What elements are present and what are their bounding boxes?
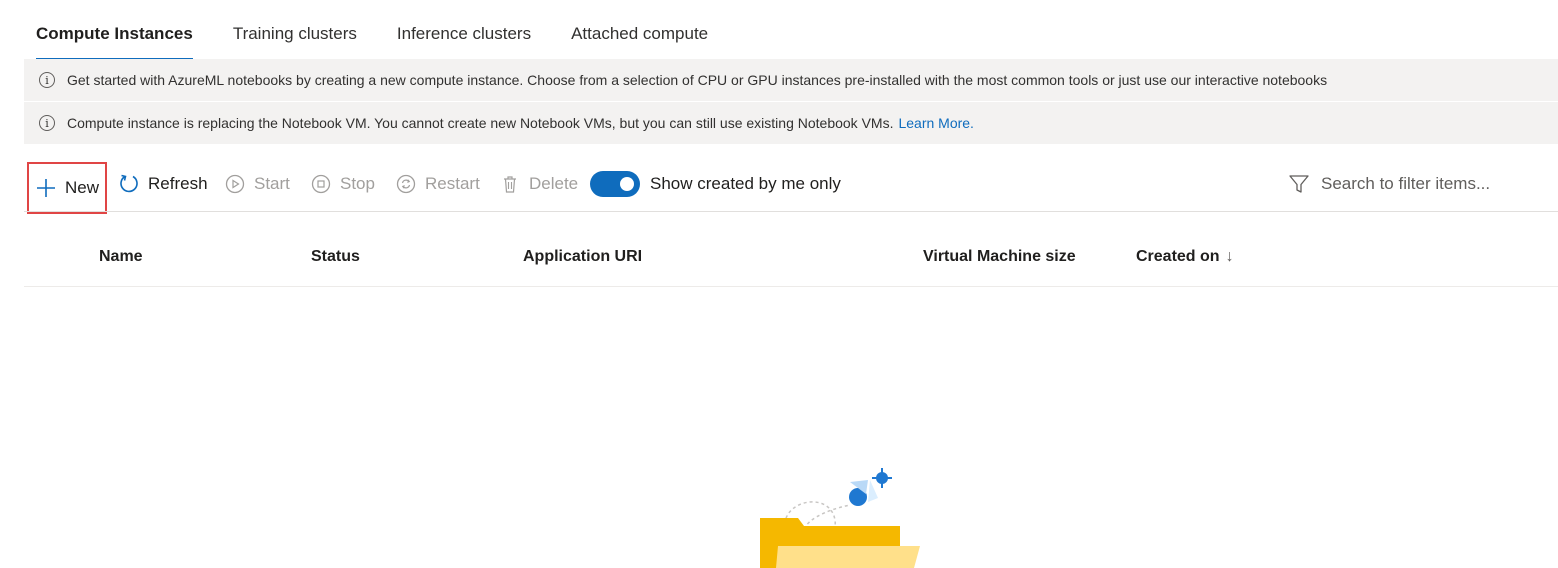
refresh-icon: [118, 173, 140, 195]
refresh-button-label: Refresh: [148, 174, 208, 193]
compute-tabs: Compute Instances Training clusters Infe…: [24, 14, 736, 60]
info-banner-notebook-vm: i Compute instance is replacing the Note…: [24, 102, 1558, 144]
command-bar: New Refresh Start Stop Restart Delete Sh…: [24, 160, 1558, 214]
tab-compute-instances[interactable]: Compute Instances: [24, 14, 205, 60]
toggle-label: Show created by me only: [650, 174, 841, 193]
info-banner-text: Compute instance is replacing the Notebo…: [67, 115, 894, 131]
stop-circle-icon: [310, 173, 332, 195]
info-banner-notebooks: i Get started with AzureML notebooks by …: [24, 59, 1558, 101]
info-banner-text: Get started with AzureML notebooks by cr…: [67, 72, 1328, 88]
start-button[interactable]: Start: [224, 164, 290, 204]
toolbar-divider: [24, 211, 1558, 212]
play-circle-icon: [224, 173, 246, 195]
compute-page: Compute Instances Training clusters Infe…: [0, 0, 1558, 568]
refresh-button[interactable]: Refresh: [118, 164, 208, 204]
new-button-label: New: [65, 178, 100, 197]
restart-icon: [395, 173, 417, 195]
restart-button-label: Restart: [425, 174, 480, 193]
table-header: Name Status Application URI Virtual Mach…: [24, 236, 1558, 282]
stop-button[interactable]: Stop: [310, 164, 375, 204]
plus-icon: [35, 177, 57, 199]
info-icon: i: [39, 115, 55, 131]
tab-inference-clusters[interactable]: Inference clusters: [385, 14, 543, 60]
restart-button[interactable]: Restart: [395, 164, 480, 204]
created-by-me-toggle-group: Show created by me only: [590, 164, 841, 204]
tab-training-clusters[interactable]: Training clusters: [221, 14, 369, 60]
column-header-status[interactable]: Status: [311, 248, 360, 266]
table-header-divider: [24, 286, 1558, 287]
sort-descending-icon: ↓: [1225, 248, 1234, 265]
created-by-me-toggle[interactable]: [590, 171, 640, 197]
column-header-vm-size[interactable]: Virtual Machine size: [923, 248, 1076, 266]
empty-folder-illustration: [740, 460, 940, 568]
delete-button-label: Delete: [529, 174, 579, 193]
tab-attached-compute[interactable]: Attached compute: [559, 14, 720, 60]
start-button-label: Start: [254, 174, 290, 193]
column-header-created-on[interactable]: Created on ↓: [1136, 248, 1234, 266]
search-input[interactable]: [1319, 173, 1558, 195]
search-box: [1288, 164, 1558, 204]
stop-button-label: Stop: [340, 174, 375, 193]
toggle-knob: [620, 177, 634, 191]
filter-icon: [1288, 173, 1310, 195]
learn-more-link[interactable]: Learn More.: [898, 115, 973, 131]
column-header-name[interactable]: Name: [99, 248, 143, 266]
delete-button[interactable]: Delete: [499, 164, 578, 204]
trash-icon: [499, 173, 521, 195]
info-icon: i: [39, 72, 55, 88]
column-header-application-uri[interactable]: Application URI: [523, 248, 642, 266]
new-button[interactable]: New: [27, 162, 107, 214]
column-header-created-on-label: Created on: [1136, 248, 1220, 265]
